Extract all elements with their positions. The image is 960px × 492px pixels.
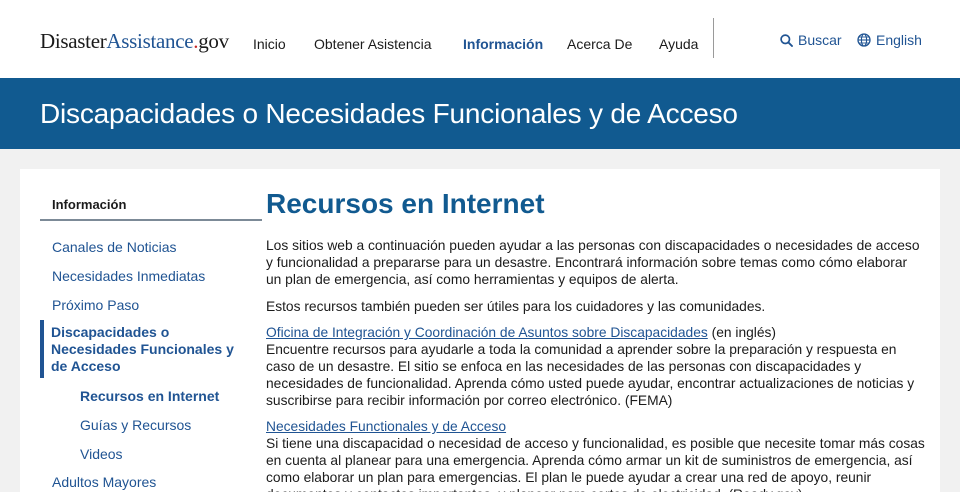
section-title: Recursos en Internet	[266, 188, 545, 219]
intro-paragraph: Los sitios web a continuación pueden ayu…	[266, 238, 920, 287]
resource-link-necesidades[interactable]: Necesidades Functionales y de Acceso	[266, 419, 506, 434]
resource-description: Encuentre recursos para ayudarle a toda …	[266, 342, 915, 408]
logo-text-assistance: Assistance	[106, 29, 194, 53]
nav-inicio[interactable]: Inicio	[253, 36, 286, 52]
sidebar-subitem-guias-y-recursos[interactable]: Guías y Recursos	[80, 417, 191, 433]
sidebar-title: Información	[52, 197, 127, 212]
resource-item-2: Necesidades Functionales y de Acceso Si …	[266, 418, 926, 492]
resource-link-suffix: (en inglés)	[707, 325, 777, 340]
resource-item-1: Oficina de Integración y Coordinación de…	[266, 324, 926, 409]
resource-description: Si tiene una discapacidad o necesidad de…	[266, 436, 925, 492]
sidebar-subitem-videos[interactable]: Videos	[80, 446, 123, 462]
nav-informacion[interactable]: Información	[463, 36, 543, 52]
sidebar-item-discapacidades[interactable]: Discapacidades o Necesidades Funcionales…	[40, 320, 262, 378]
sidebar-item-proximo-paso[interactable]: Próximo Paso	[52, 297, 139, 313]
language-label: English	[876, 32, 922, 48]
sidebar-item-discapacidades-label: Discapacidades o Necesidades Funcionales…	[51, 324, 234, 374]
resource-link-oficina[interactable]: Oficina de Integración y Coordinación de…	[266, 325, 708, 340]
nav-ayuda[interactable]: Ayuda	[659, 36, 698, 52]
logo-text-disaster: Disaster	[40, 29, 107, 53]
sidebar-item-necesidades-inmediatas[interactable]: Necesidades Inmediatas	[52, 268, 205, 284]
logo-text-gov: gov	[198, 29, 229, 53]
page-title: Discapacidades o Necesidades Funcionales…	[40, 98, 738, 129]
search-icon	[780, 33, 793, 47]
search-label: Buscar	[798, 32, 842, 48]
sidebar-divider	[40, 219, 262, 221]
sidebar-item-adultos-mayores[interactable]: Adultos Mayores	[52, 474, 156, 490]
language-toggle[interactable]: English	[857, 31, 922, 49]
search-button[interactable]: Buscar	[780, 31, 842, 49]
nav-divider	[713, 18, 714, 58]
content-area: Información Canales de Noticias Necesida…	[20, 169, 940, 492]
nav-acerca-de[interactable]: Acerca De	[567, 36, 632, 52]
sidebar-subitem-recursos-en-internet[interactable]: Recursos en Internet	[80, 388, 219, 404]
intro-paragraph-2: Estos recursos también pueden ser útiles…	[266, 299, 766, 314]
site-logo[interactable]: DisasterAssistance.gov	[40, 29, 229, 54]
nav-obtener-asistencia[interactable]: Obtener Asistencia	[314, 36, 432, 52]
sidebar-item-canales-de-noticias[interactable]: Canales de Noticias	[52, 239, 177, 255]
site-header: DisasterAssistance.gov Inicio Obtener As…	[0, 0, 960, 78]
globe-icon	[857, 33, 871, 47]
page-banner: Discapacidades o Necesidades Funcionales…	[0, 78, 960, 149]
